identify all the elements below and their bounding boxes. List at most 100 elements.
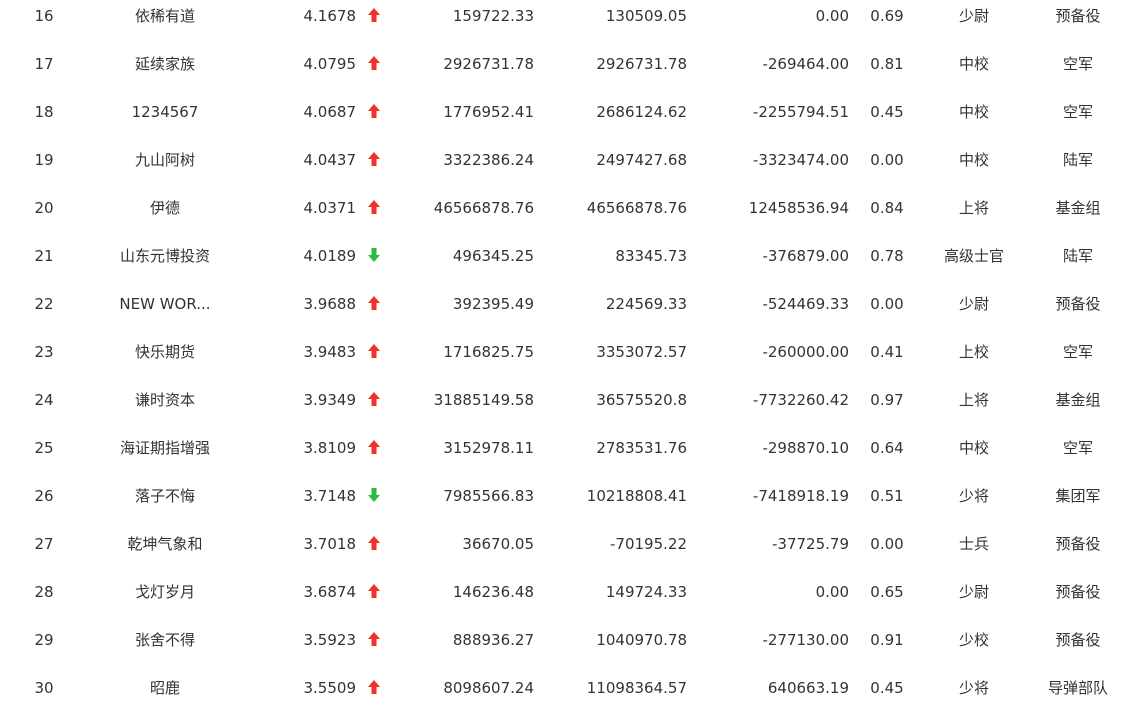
name-cell: 张舍不得 — [134, 631, 195, 649]
name-cell: 乾坤气象和 — [127, 535, 203, 553]
table-row[interactable]: 26 落子不悔 3.7148 7985566.83 10218808.41 -741891… — [0, 480, 1130, 528]
name-cell: 依稀有道 — [134, 7, 195, 25]
value2-cell: 149724.33 — [605, 583, 687, 601]
group-cell: 预备役 — [1055, 295, 1101, 313]
name-cell: 延续家族 — [134, 55, 195, 73]
rank-cell: 18 — [34, 103, 54, 121]
rank-cell: 17 — [34, 55, 54, 73]
rank-cell: 26 — [34, 487, 54, 505]
rank-title-cell: 上校 — [958, 343, 989, 361]
ratio-cell: 0.91 — [870, 631, 904, 649]
name-cell: NEW WOR... — [119, 295, 211, 313]
value3-cell: 0.00 — [815, 7, 849, 25]
group-cell: 空军 — [1062, 103, 1093, 121]
value2-cell: 83345.73 — [615, 247, 687, 265]
name-cell: 1234567 — [131, 103, 199, 121]
table-row[interactable]: 23 快乐期货 3.9483 1716825.75 3353072.57 -260000.… — [0, 336, 1130, 384]
value1-cell: 31885149.58 — [433, 391, 534, 409]
rank-title-cell: 中校 — [958, 103, 989, 121]
ratio-cell: 0.81 — [870, 55, 904, 73]
table-row[interactable]: 19 九山阿树 4.0437 3322386.24 2497427.68 -3323474… — [0, 144, 1130, 192]
arrow-up-icon — [365, 624, 383, 656]
value1-cell: 496345.25 — [452, 247, 534, 265]
rank-title-cell: 中校 — [958, 439, 989, 457]
table-row[interactable]: 22 NEW WOR... 3.9688 392395.49 224569.33 -524… — [0, 288, 1130, 336]
table-row[interactable]: 28 戈灯岁月 3.6874 146236.48 149724.33 0.00 0.65 少尉… — [0, 576, 1130, 624]
group-cell: 空军 — [1062, 439, 1093, 457]
value3-cell: 12458536.94 — [748, 199, 849, 217]
value3-cell: -260000.00 — [762, 343, 849, 361]
value1-cell: 2926731.78 — [443, 55, 534, 73]
ratio-cell: 0.00 — [870, 295, 904, 313]
score-cell: 4.0189 — [303, 247, 357, 265]
rank-title-cell: 少尉 — [958, 7, 989, 25]
arrow-up-icon — [365, 432, 383, 464]
arrow-up-icon — [365, 0, 383, 32]
table-row[interactable]: 30 昭鹿 3.5509 8098607.24 11098364.57 640663.19… — [0, 672, 1130, 720]
arrow-up-icon — [365, 384, 383, 416]
ratio-cell: 0.00 — [870, 535, 904, 553]
group-cell: 预备役 — [1055, 535, 1101, 553]
value1-cell: 7985566.83 — [443, 487, 534, 505]
value1-cell: 3322386.24 — [443, 151, 534, 169]
score-cell: 4.0437 — [303, 151, 357, 169]
value3-cell: -7418918.19 — [752, 487, 849, 505]
value1-cell: 159722.33 — [452, 7, 534, 25]
value3-cell: -277130.00 — [762, 631, 849, 649]
group-cell: 基金组 — [1055, 199, 1101, 217]
table-row[interactable]: 17 延续家族 4.0795 2926731.78 2926731.78 -269464.… — [0, 48, 1130, 96]
value2-cell: 2686124.62 — [596, 103, 687, 121]
table-row[interactable]: 21 山东元博投资 4.0189 496345.25 83345.73 -376879.0… — [0, 240, 1130, 288]
value2-cell: 1040970.78 — [596, 631, 687, 649]
rank-cell: 27 — [34, 535, 54, 553]
rank-cell: 28 — [34, 583, 54, 601]
table-row[interactable]: 29 张舍不得 3.5923 888936.27 1040970.78 -277130.0… — [0, 624, 1130, 672]
table-row[interactable]: 24 谦时资本 3.9349 31885149.58 36575520.8 -773226… — [0, 384, 1130, 432]
rank-title-cell: 少尉 — [958, 583, 989, 601]
rank-cell: 22 — [34, 295, 54, 313]
table-row[interactable]: 25 海证期指增强 3.8109 3152978.11 2783531.76 -29887… — [0, 432, 1130, 480]
group-cell: 集团军 — [1055, 487, 1101, 505]
score-cell: 3.7148 — [303, 487, 357, 505]
table-row[interactable]: 18 1234567 4.0687 1776952.41 2686124.62 -2255… — [0, 96, 1130, 144]
rank-title-cell: 少校 — [958, 631, 989, 649]
value2-cell: 3353072.57 — [596, 343, 687, 361]
value3-cell: -3323474.00 — [752, 151, 849, 169]
rank-title-cell: 上将 — [958, 391, 989, 409]
rank-cell: 25 — [34, 439, 54, 457]
value2-cell: 2783531.76 — [596, 439, 687, 457]
rank-cell: 21 — [34, 247, 54, 265]
value1-cell: 888936.27 — [452, 631, 534, 649]
arrow-down-icon — [365, 240, 383, 272]
score-cell: 4.0371 — [303, 199, 357, 217]
arrow-up-icon — [365, 192, 383, 224]
name-cell: 九山阿树 — [134, 151, 195, 169]
value3-cell: -524469.33 — [762, 295, 849, 313]
name-cell: 昭鹿 — [149, 679, 180, 697]
value1-cell: 36670.05 — [462, 535, 534, 553]
name-cell: 落子不悔 — [134, 487, 195, 505]
table-row[interactable]: 16 依稀有道 4.1678 159722.33 130509.05 0.00 0.69 少尉… — [0, 0, 1130, 48]
score-cell: 3.5923 — [303, 631, 357, 649]
arrow-up-icon — [365, 336, 383, 368]
rank-cell: 23 — [34, 343, 54, 361]
group-cell: 预备役 — [1055, 583, 1101, 601]
value3-cell: -269464.00 — [762, 55, 849, 73]
rank-title-cell: 少将 — [958, 679, 989, 697]
value2-cell: 2497427.68 — [596, 151, 687, 169]
table-row[interactable]: 27 乾坤气象和 3.7018 36670.05 -70195.22 -37725.79 0… — [0, 528, 1130, 576]
group-cell: 基金组 — [1055, 391, 1101, 409]
value2-cell: 11098364.57 — [586, 679, 687, 697]
rank-cell: 24 — [34, 391, 54, 409]
ratio-cell: 0.84 — [870, 199, 904, 217]
value3-cell: 640663.19 — [767, 679, 849, 697]
rank-title-cell: 士兵 — [958, 535, 989, 553]
arrow-up-icon — [365, 528, 383, 560]
table-row[interactable]: 20 伊德 4.0371 46566878.76 46566878.76 12458536… — [0, 192, 1130, 240]
value3-cell: -7732260.42 — [752, 391, 849, 409]
ratio-cell: 0.78 — [870, 247, 904, 265]
value2-cell: 224569.33 — [605, 295, 687, 313]
ratio-cell: 0.64 — [870, 439, 904, 457]
score-cell: 3.9688 — [303, 295, 357, 313]
score-cell: 4.1678 — [303, 7, 357, 25]
